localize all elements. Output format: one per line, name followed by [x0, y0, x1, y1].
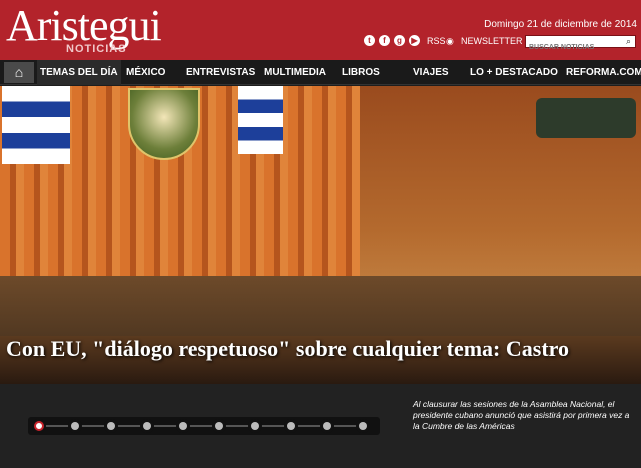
googleplus-icon[interactable]: g [394, 35, 405, 46]
hero-slide[interactable]: Con EU, "diálogo respetuoso" sobre cualq… [0, 86, 641, 384]
search-icon[interactable]: ⌕ [623, 36, 634, 47]
nav-item-mexico[interactable]: MÉXICO [126, 60, 165, 85]
nav-item-entrevistas[interactable]: ENTREVISTAS [186, 60, 255, 85]
slider-dot-4[interactable] [140, 419, 154, 433]
home-icon[interactable]: ⌂ [4, 62, 34, 83]
hero-headline[interactable]: Con EU, "diálogo respetuoso" sobre cualq… [6, 336, 569, 362]
nav-item-destacado[interactable]: LO + DESTACADO [470, 60, 558, 85]
slider-dot-7[interactable] [248, 419, 262, 433]
coat-of-arms [128, 88, 200, 160]
main-nav: ⌂ TEMAS DEL DÍA MÉXICO ENTREVISTAS MULTI… [0, 60, 641, 85]
slider-dot-3[interactable] [104, 419, 118, 433]
slider-track-line [40, 425, 365, 427]
slider-dot-1[interactable] [32, 419, 46, 433]
twitter-icon[interactable]: t [364, 35, 375, 46]
rss-link[interactable]: RSS [427, 36, 446, 46]
social-links: t f g ▶ [364, 35, 420, 46]
nav-item-libros[interactable]: LIBROS [342, 60, 380, 85]
newsletter-link[interactable]: NEWSLETTER [461, 36, 523, 46]
slider-dot-5[interactable] [176, 419, 190, 433]
youtube-icon[interactable]: ▶ [409, 35, 420, 46]
nav-item-multimedia[interactable]: MULTIMEDIA [264, 60, 326, 85]
wall-screen [536, 98, 636, 138]
nav-item-viajes[interactable]: VIAJES [413, 60, 449, 85]
nav-item-temas-del-dia[interactable]: TEMAS DEL DÍA [37, 60, 121, 85]
slider-dot-8[interactable] [284, 419, 298, 433]
slider-dot-10[interactable] [356, 419, 370, 433]
current-date: Domingo 21 de diciembre de 2014 [484, 19, 637, 30]
facebook-icon[interactable]: f [379, 35, 390, 46]
slider-dot-9[interactable] [320, 419, 334, 433]
slider-dot-2[interactable] [68, 419, 82, 433]
nav-item-reforma[interactable]: REFORMA.COM [566, 60, 641, 85]
rss-icon[interactable]: ◉ [446, 36, 454, 47]
cuban-flag-left [2, 86, 70, 164]
search-input[interactable] [526, 42, 622, 53]
logo-subtitle: NOTICIAS [66, 43, 127, 55]
cuban-flag-right [238, 86, 283, 154]
slider-dot-6[interactable] [212, 419, 226, 433]
search-box: ⌕ [525, 35, 636, 53]
site-header: Aristegui NOTICIAS Domingo 21 de diciemb… [0, 0, 641, 60]
slide-caption[interactable]: Al clausurar las sesiones de la Asamblea… [413, 399, 635, 432]
